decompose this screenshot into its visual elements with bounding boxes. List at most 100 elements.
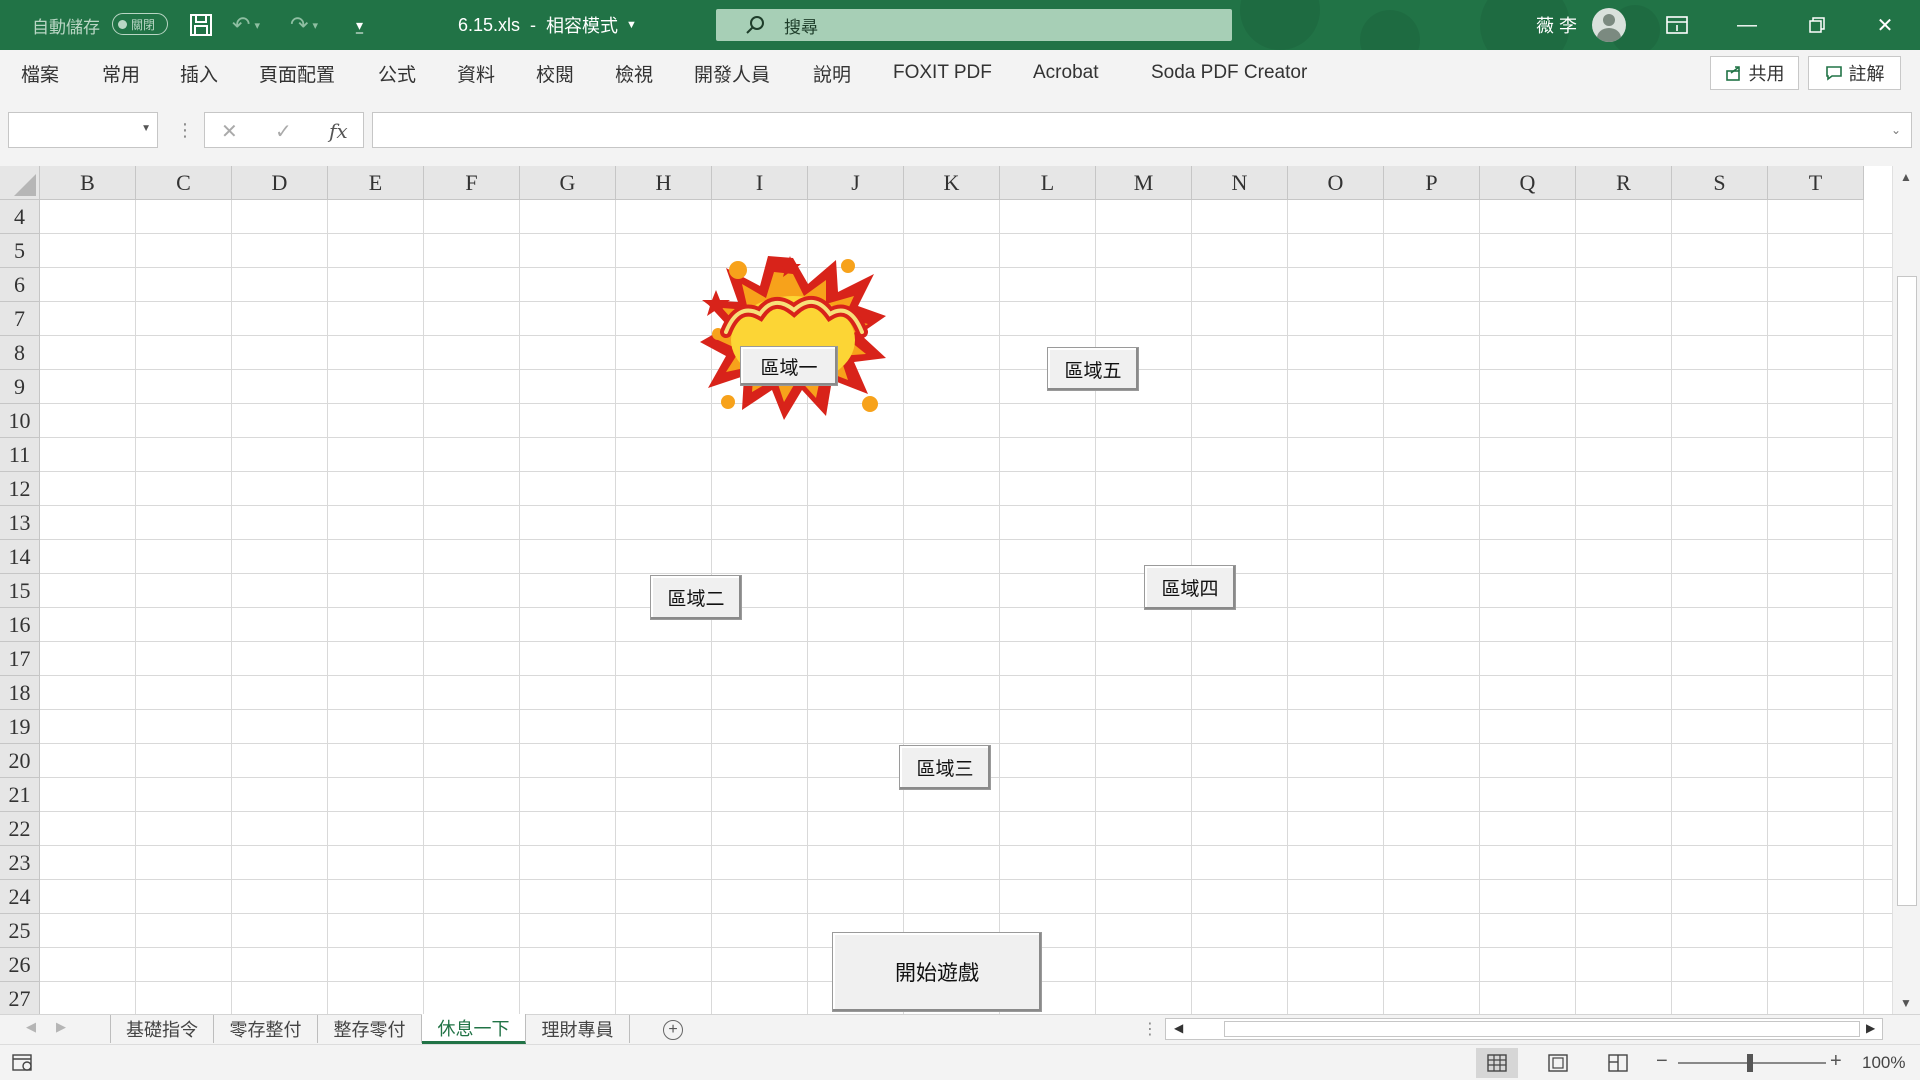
row-header[interactable]: 8 [0,336,40,370]
column-header[interactable]: L [1000,166,1096,200]
row-header[interactable]: 26 [0,948,40,982]
select-all-button[interactable] [0,166,40,200]
tab-developer[interactable]: 開發人員 [694,50,770,96]
column-header[interactable]: F [424,166,520,200]
tab-help[interactable]: 說明 [813,50,851,96]
tab-soda-pdf-creator[interactable]: Soda PDF Creator [1151,50,1307,96]
column-header[interactable]: T [1768,166,1864,200]
column-header[interactable]: O [1288,166,1384,200]
sheet-tab-installment-savings[interactable]: 零存整付 [214,1015,318,1043]
region-1-button[interactable]: 區域一 [740,346,838,386]
document-title[interactable]: 6.15.xls - 相容模式 ▼ [458,0,637,50]
row-header[interactable]: 5 [0,234,40,268]
formula-input[interactable]: ⌄ [372,112,1912,148]
search-box[interactable]: 搜尋 [716,9,1232,41]
column-header[interactable]: Q [1480,166,1576,200]
row-header[interactable]: 11 [0,438,40,472]
column-header[interactable]: H [616,166,712,200]
column-header[interactable]: S [1672,166,1768,200]
tab-home[interactable]: 常用 [102,50,140,96]
autosave-toggle[interactable]: 關閉 [112,13,168,35]
row-header[interactable]: 7 [0,302,40,336]
save-button[interactable] [188,0,214,50]
sheet-next-icon[interactable]: ▶ [56,1019,66,1035]
name-box[interactable]: ▼ [8,112,158,148]
scroll-left-icon[interactable]: ◀ [1174,1021,1183,1035]
row-header[interactable]: 21 [0,778,40,812]
sheet-tab-financial-advisor[interactable]: 理財專員 [526,1015,630,1043]
tab-insert[interactable]: 插入 [180,50,218,96]
avatar[interactable] [1592,8,1626,42]
column-header[interactable]: M [1096,166,1192,200]
cancel-icon[interactable]: ✕ [221,119,238,144]
tab-file[interactable]: 檔案 [21,50,59,96]
comments-button[interactable]: 註解 [1808,56,1901,90]
macro-record-icon[interactable] [12,1054,34,1072]
horizontal-scrollbar[interactable]: ◀ ▶ [1165,1018,1883,1040]
row-header[interactable]: 14 [0,540,40,574]
normal-view-button[interactable] [1476,1048,1518,1078]
row-header[interactable]: 17 [0,642,40,676]
row-header[interactable]: 22 [0,812,40,846]
expand-formula-icon[interactable]: ⌄ [1891,123,1901,137]
enter-check-icon[interactable]: ✓ [275,119,292,144]
row-header[interactable]: 4 [0,200,40,234]
row-header[interactable]: 9 [0,370,40,404]
start-game-button[interactable]: 開始遊戲 [832,932,1042,1012]
column-header[interactable]: G [520,166,616,200]
column-header[interactable]: J [808,166,904,200]
column-header[interactable]: B [40,166,136,200]
insert-function-icon[interactable]: fx [329,119,348,143]
row-header[interactable]: 15 [0,574,40,608]
column-header[interactable]: D [232,166,328,200]
row-header[interactable]: 18 [0,676,40,710]
tab-formulas[interactable]: 公式 [378,50,416,96]
tab-splitter-icon[interactable]: ⋮ [1142,1019,1158,1039]
column-header[interactable]: R [1576,166,1672,200]
column-header[interactable]: E [328,166,424,200]
column-header[interactable]: N [1192,166,1288,200]
row-header[interactable]: 25 [0,914,40,948]
more-icon[interactable]: ⋮ [176,120,194,141]
row-header[interactable]: 10 [0,404,40,438]
row-header[interactable]: 16 [0,608,40,642]
undo-button[interactable]: ↶ ▾ [232,0,260,50]
region-2-button[interactable]: 區域二 [650,575,742,620]
region-5-button[interactable]: 區域五 [1047,347,1139,391]
row-header[interactable]: 12 [0,472,40,506]
column-header[interactable]: I [712,166,808,200]
zoom-out-icon[interactable]: − [1656,1050,1668,1073]
row-header[interactable]: 24 [0,880,40,914]
sheet-prev-icon[interactable]: ◀ [26,1019,36,1035]
tab-view[interactable]: 檢視 [615,50,653,96]
vertical-scroll-thumb[interactable] [1897,276,1917,906]
row-header[interactable]: 27 [0,982,40,1014]
zoom-slider-knob[interactable] [1747,1054,1753,1072]
scroll-down-icon[interactable]: ▼ [1900,996,1912,1010]
vertical-scrollbar[interactable]: ▲ ▼ [1892,166,1920,1014]
region-3-button[interactable]: 區域三 [899,745,991,790]
column-header[interactable]: K [904,166,1000,200]
region-4-button[interactable]: 區域四 [1144,565,1236,610]
column-header[interactable]: C [136,166,232,200]
close-button[interactable]: ✕ [1850,0,1920,50]
zoom-level[interactable]: 100% [1862,1053,1905,1073]
tab-page-layout[interactable]: 頁面配置 [259,50,335,96]
column-header[interactable]: P [1384,166,1480,200]
share-button[interactable]: 共用 [1710,56,1799,90]
worksheet-grid[interactable]: BCDEFGHIJKLMNOPQRST 4 5 6 7 8 9 10 11 12 13 14 15 16… [0,166,1892,1014]
scroll-up-icon[interactable]: ▲ [1900,170,1912,184]
tab-acrobat[interactable]: Acrobat [1033,50,1098,96]
page-break-view-button[interactable] [1597,1048,1639,1078]
row-header[interactable]: 13 [0,506,40,540]
horizontal-scroll-thumb[interactable] [1224,1021,1860,1037]
tab-foxit-pdf[interactable]: FOXIT PDF [893,50,992,96]
restore-button[interactable] [1782,0,1852,50]
scroll-right-icon[interactable]: ▶ [1866,1021,1875,1035]
customize-toolbar-button[interactable]: ▾̲ [356,0,363,50]
redo-button[interactable]: ↷ ▾ [290,0,318,50]
ribbon-display-button[interactable] [1642,0,1712,50]
minimize-button[interactable]: — [1712,0,1782,50]
row-header[interactable]: 23 [0,846,40,880]
row-header[interactable]: 6 [0,268,40,302]
